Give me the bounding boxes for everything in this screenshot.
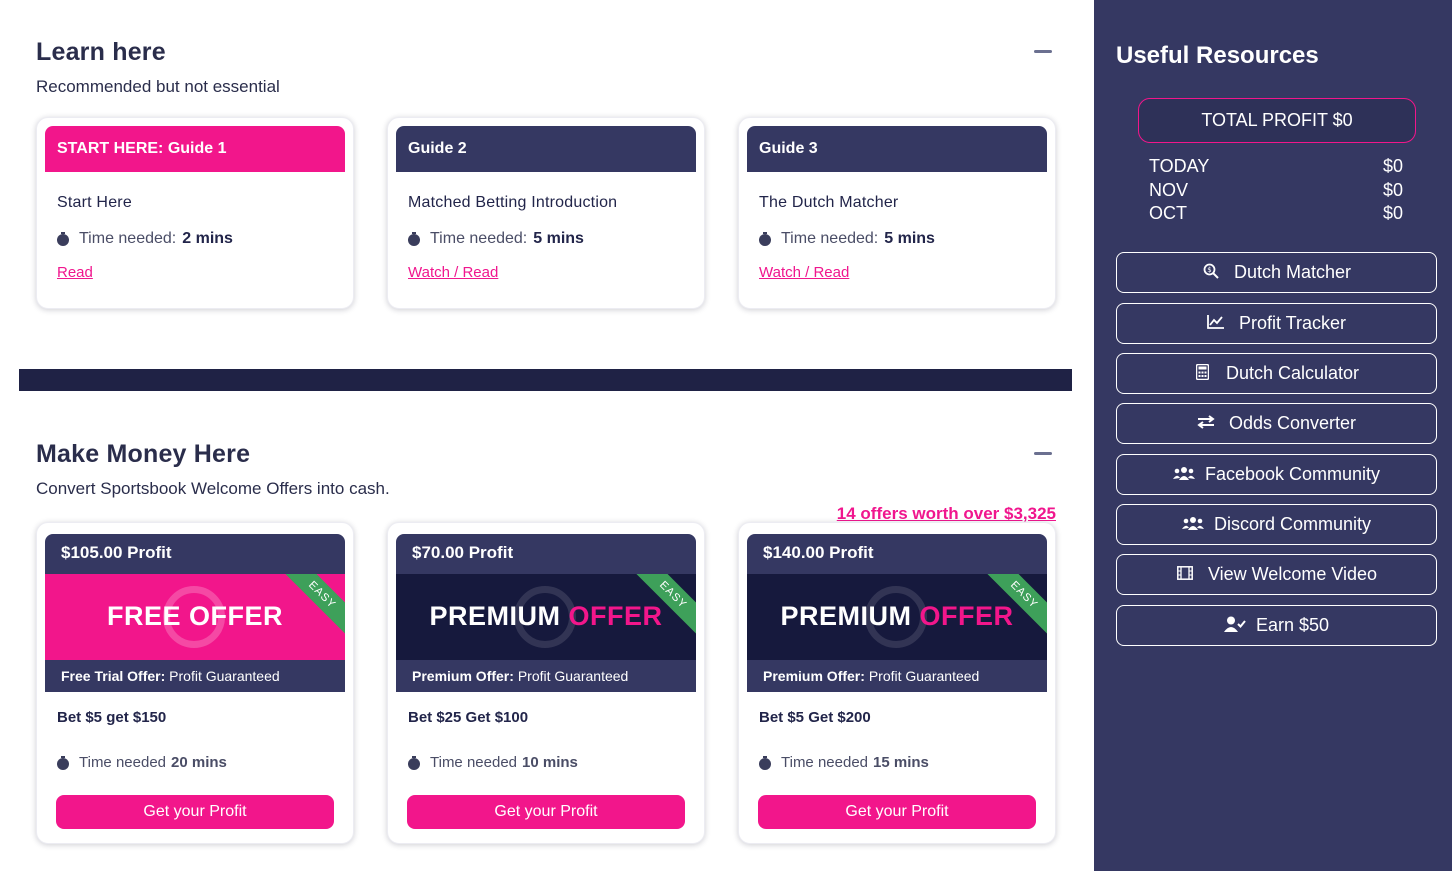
dutch-calculator-button[interactable]: Dutch Calculator	[1116, 353, 1437, 394]
collapse-money-button[interactable]	[1034, 452, 1052, 455]
offer-bet: Bet $5 get $150	[57, 709, 167, 726]
calculator-icon	[1194, 363, 1212, 384]
guide-time: Time needed: 2 mins	[57, 230, 233, 248]
guide-watch-read-link[interactable]: Watch / Read	[759, 264, 849, 281]
guide-card-2: Guide 2 Matched Betting Introduction Tim…	[387, 117, 705, 309]
offer-card-1: $105.00 Profit FREE OFFER EASY Free Tria…	[36, 522, 354, 844]
offer-card-3: $140.00 Profit PREMIUM OFFER EASY Premiu…	[738, 522, 1056, 844]
chart-line-icon	[1207, 314, 1225, 333]
offer-card-2: $70.00 Profit PREMIUM OFFER EASY Premium…	[387, 522, 705, 844]
money-subtitle: Convert Sportsbook Welcome Offers into c…	[36, 479, 390, 498]
time-value: 5 mins	[884, 230, 935, 247]
time-label: Time needed:	[781, 230, 879, 247]
offer-time: Time needed 20 mins	[57, 754, 227, 771]
offer-footer: Premium Offer: Profit Guaranteed	[747, 660, 1047, 692]
dutch-matcher-button[interactable]: $ Dutch Matcher	[1116, 252, 1437, 293]
guide-title: Matched Betting Introduction	[408, 194, 618, 211]
profit-row-today: TODAY $0	[1149, 156, 1403, 176]
offers-count-link[interactable]: 14 offers worth over $3,325	[837, 504, 1056, 524]
profit-row-nov: NOV $0	[1149, 179, 1403, 200]
discord-community-button[interactable]: Discord Community	[1116, 504, 1437, 545]
time-label: Time needed:	[79, 230, 177, 247]
money-section: Make Money Here Convert Sportsbook Welco…	[36, 440, 1056, 523]
users-icon	[1172, 466, 1195, 484]
money-title: Make Money Here	[36, 440, 251, 468]
earn-50-button[interactable]: Earn $50	[1116, 605, 1437, 646]
offer-profit: $105.00 Profit	[45, 534, 345, 574]
odds-converter-button[interactable]: Odds Converter	[1116, 403, 1437, 444]
offer-bet: Bet $25 Get $100	[408, 709, 529, 726]
search-dollar-icon: $	[1202, 263, 1220, 283]
get-profit-button[interactable]: Get your Profit	[56, 795, 334, 829]
time-value: 5 mins	[533, 230, 584, 247]
offer-footer: Premium Offer: Profit Guaranteed	[396, 660, 696, 692]
main-content: Learn here Recommended but not essential…	[0, 0, 1094, 871]
guide-card-3: Guide 3 The Dutch Matcher Time needed: 5…	[738, 117, 1056, 309]
profit-row-oct: OCT $0	[1149, 203, 1403, 223]
learn-subtitle: Recommended but not essential	[36, 77, 280, 96]
offer-bet: Bet $5 Get $200	[759, 709, 871, 726]
guide-time: Time needed: 5 mins	[408, 230, 584, 248]
offer-banner[interactable]: FREE OFFER EASY	[45, 574, 345, 660]
banner-text: PREMIUM OFFER	[429, 601, 663, 631]
time-label: Time needed:	[430, 230, 528, 247]
collapse-learn-button[interactable]	[1034, 50, 1052, 53]
guide-time: Time needed: 5 mins	[759, 230, 935, 248]
guide-card-1: START HERE: Guide 1 Start Here Time need…	[36, 117, 354, 309]
learn-title: Learn here	[36, 38, 166, 66]
guide-watch-read-link[interactable]: Watch / Read	[408, 264, 498, 281]
sidebar-title: Useful Resources	[1116, 42, 1319, 69]
banner-text: FREE OFFER	[106, 601, 283, 631]
stopwatch-icon	[759, 755, 771, 770]
profit-tracker-button[interactable]: Profit Tracker	[1116, 303, 1437, 344]
film-icon	[1176, 565, 1194, 584]
guide-header: Guide 2	[396, 126, 696, 172]
guide-title: Start Here	[57, 194, 132, 211]
banner-text: PREMIUM OFFER	[780, 601, 1014, 631]
stopwatch-icon	[759, 232, 771, 246]
total-profit-box[interactable]: TOTAL PROFIT $0	[1138, 98, 1416, 143]
stopwatch-icon	[408, 232, 420, 246]
resources-sidebar: Useful Resources TOTAL PROFIT $0 TODAY $0…	[1094, 0, 1452, 871]
welcome-video-button[interactable]: View Welcome Video	[1116, 554, 1437, 595]
exchange-arrows-icon	[1197, 414, 1215, 433]
user-check-icon	[1223, 616, 1246, 636]
offer-profit: $140.00 Profit	[747, 534, 1047, 574]
guide-title: The Dutch Matcher	[759, 194, 899, 211]
users-icon	[1181, 516, 1204, 534]
offer-banner[interactable]: PREMIUM OFFER EASY	[396, 574, 696, 660]
facebook-community-button[interactable]: Facebook Community	[1116, 454, 1437, 495]
time-value: 2 mins	[182, 230, 233, 247]
offer-profit: $70.00 Profit	[396, 534, 696, 574]
guide-read-link[interactable]: Read	[57, 264, 93, 281]
get-profit-button[interactable]: Get your Profit	[758, 795, 1036, 829]
page: Learn here Recommended but not essential…	[0, 0, 1452, 871]
stopwatch-icon	[408, 755, 420, 770]
svg-text:$: $	[1207, 266, 1211, 274]
guide-header: START HERE: Guide 1	[45, 126, 345, 172]
get-profit-button[interactable]: Get your Profit	[407, 795, 685, 829]
learn-section: Learn here Recommended but not essential	[36, 38, 1056, 97]
stopwatch-icon	[57, 232, 69, 246]
offer-time: Time needed 15 mins	[759, 754, 929, 771]
stopwatch-icon	[57, 755, 69, 770]
profit-summary: TODAY $0 NOV $0 OCT $0	[1149, 156, 1403, 227]
section-divider	[19, 369, 1072, 391]
offer-banner[interactable]: PREMIUM OFFER EASY	[747, 574, 1047, 660]
offer-footer: Free Trial Offer: Profit Guaranteed	[45, 660, 345, 692]
offer-time: Time needed 10 mins	[408, 754, 578, 771]
guide-header: Guide 3	[747, 126, 1047, 172]
